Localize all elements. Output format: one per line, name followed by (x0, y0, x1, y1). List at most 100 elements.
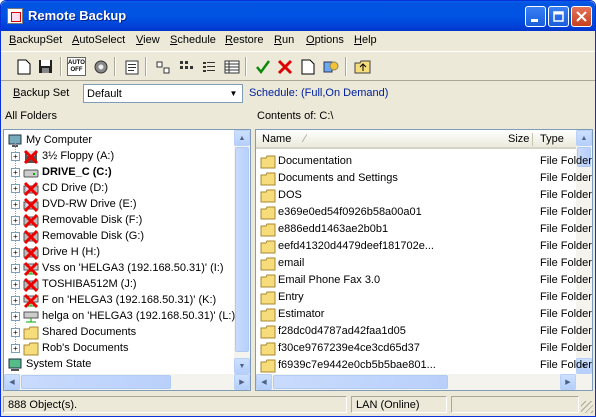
tree-item-1[interactable]: + DRIVE_C (C:) (4, 165, 234, 181)
expand-icon[interactable]: + (11, 264, 20, 273)
tree-item-2[interactable]: + CD Drive (D:) (4, 181, 234, 197)
tree-item-label: CD Drive (D:) (42, 182, 108, 194)
tree-item-8[interactable]: + TOSHIBA512M (J:) (4, 277, 234, 293)
close-button[interactable] (571, 6, 592, 27)
type-column-header[interactable]: Type (540, 133, 564, 145)
expand-icon[interactable]: + (11, 232, 20, 241)
status-bar: 888 Object(s). LAN (Online) (1, 393, 595, 415)
scroll-up-button[interactable]: ▲ (576, 130, 592, 146)
list-item[interactable]: DOS File Folder (256, 187, 592, 204)
scroll-down-button[interactable]: ▼ (234, 358, 250, 374)
resize-grip-icon[interactable] (581, 401, 593, 413)
list-item[interactable]: e369e0ed54f0926b58a00a01 File Folder (256, 204, 592, 221)
expand-icon[interactable]: + (11, 152, 20, 161)
removable-disk-icon (23, 277, 39, 293)
list-item[interactable]: f30ce9767239e4ce3cd65d37 File Folder (256, 340, 592, 357)
list-item[interactable]: Entry File Folder (256, 289, 592, 306)
expand-icon[interactable]: + (11, 200, 20, 209)
title-bar[interactable]: Remote Backup (1, 1, 595, 31)
list-item[interactable]: e886edd1463ae2b0b1 File Folder (256, 221, 592, 238)
dvd-drive-icon (23, 197, 39, 213)
remote-backup-window: Remote Backup BackupSet AutoSelect View Sch… (0, 0, 596, 417)
drive-icon (23, 245, 39, 261)
auto-off-icon[interactable]: AUTO OFF (67, 57, 86, 76)
menu-backupset[interactable]: BackupSet (9, 34, 62, 46)
menu-restore[interactable]: Restore (225, 34, 264, 46)
expand-icon[interactable]: + (11, 328, 20, 337)
expand-icon[interactable]: + (11, 344, 20, 353)
check-icon[interactable] (252, 56, 273, 77)
tree-item-my-computer[interactable]: My Computer (4, 133, 234, 149)
status-panel-empty (451, 396, 579, 413)
menu-run[interactable]: Run (274, 34, 294, 46)
list-item[interactable]: f6939c7e9442e0cb5b5bae801... File Folder (256, 357, 592, 374)
tree-item-0[interactable]: +3½ Floppy (A:) (4, 149, 234, 165)
size-column-header[interactable]: Size (508, 133, 529, 145)
tree-item-11[interactable]: + Shared Documents (4, 325, 234, 341)
backup-set-label: Backup Set (13, 87, 70, 99)
tree-item-5[interactable]: + Removable Disk (G:) (4, 229, 234, 245)
file-name: Estimator (278, 308, 325, 320)
menu-autoselect[interactable]: AutoSelect (72, 34, 125, 46)
expand-icon[interactable]: + (11, 280, 20, 289)
tree-item-10[interactable]: + helga on 'HELGA3 (192.168.50.31)' (L:) (4, 309, 235, 325)
small-icons-icon[interactable] (175, 56, 196, 77)
tree-horizontal-scrollbar[interactable]: ◀ ▶ (4, 374, 250, 390)
backup-set-select[interactable]: Default ▼ (83, 84, 243, 103)
expand-icon[interactable]: + (11, 296, 20, 305)
tree-item-7[interactable]: + Vss on 'HELGA3 (192.168.50.31)' (I:) (4, 261, 234, 277)
large-icons-icon[interactable] (152, 56, 173, 77)
tree-scroll-thumb[interactable] (235, 147, 249, 352)
tree-item-system-state[interactable]: System State (4, 357, 234, 373)
list-item[interactable]: eefd41320d4479deef181702e... File Folder (256, 238, 592, 255)
tree-item-12[interactable]: + Rob's Documents (4, 341, 234, 357)
expand-icon[interactable]: + (11, 312, 20, 321)
chevron-down-icon[interactable]: ▼ (226, 86, 241, 101)
expand-icon[interactable]: + (11, 216, 20, 225)
tree-item-6[interactable]: + Drive H (H:) (4, 245, 234, 261)
list-item[interactable]: Documents and Settings File Folder (256, 170, 592, 187)
tree-vertical-scrollbar[interactable]: ▲ ▼ (234, 130, 250, 374)
up-folder-icon[interactable] (352, 56, 373, 77)
scroll-up-button[interactable]: ▲ (234, 130, 250, 146)
list-hscroll-thumb[interactable] (273, 375, 448, 389)
expand-icon[interactable]: + (11, 168, 20, 177)
minimize-button[interactable] (525, 6, 546, 27)
name-column-header[interactable]: Name (262, 133, 291, 145)
red-x-icon[interactable] (274, 56, 295, 77)
expand-icon[interactable]: + (11, 184, 20, 193)
folder-tree[interactable]: ▲ ▼ ◀ ▶ My Computer +3½ Floppy (A:) + DRIVE… (3, 129, 251, 391)
new-icon[interactable] (13, 56, 34, 77)
scroll-right-button[interactable]: ▶ (234, 374, 250, 390)
list-view-icon[interactable] (198, 56, 219, 77)
list-item[interactable]: email File Folder (256, 255, 592, 272)
document-icon[interactable] (297, 56, 318, 77)
menu-view[interactable]: View (136, 34, 160, 46)
scroll-left-button[interactable]: ◀ (256, 374, 272, 390)
folder-icon (260, 273, 276, 288)
maximize-button[interactable] (548, 6, 569, 27)
menu-schedule[interactable]: Schedule (170, 34, 216, 46)
list-item[interactable]: Email Phone Fax 3.0 File Folder (256, 272, 592, 289)
tree-hscroll-thumb[interactable] (21, 375, 171, 389)
save-icon[interactable] (35, 56, 56, 77)
tree-item-4[interactable]: + Removable Disk (F:) (4, 213, 234, 229)
list-item[interactable]: f28dc0d4787ad42faa1d05 File Folder (256, 323, 592, 340)
details-view-icon[interactable] (221, 56, 242, 77)
file-type: File Folder (540, 189, 592, 201)
system-state-icon (7, 357, 23, 373)
contents-list[interactable]: Name ∕ Size Type ▲ ▼ ◀ ▶ Documentation Fi… (255, 129, 593, 391)
menu-help[interactable]: Help (354, 34, 377, 46)
list-item[interactable]: Estimator File Folder (256, 306, 592, 323)
list-horizontal-scrollbar[interactable]: ◀ ▶ (256, 374, 592, 390)
list-item[interactable]: Documentation File Folder (256, 153, 592, 170)
properties-icon[interactable] (121, 56, 142, 77)
tree-item-3[interactable]: + DVD-RW Drive (E:) (4, 197, 234, 213)
restore-icon[interactable] (320, 56, 341, 77)
gear-icon[interactable] (90, 56, 111, 77)
menu-options[interactable]: Options (306, 34, 344, 46)
scroll-left-button[interactable]: ◀ (4, 374, 20, 390)
tree-item-9[interactable]: + F on 'HELGA3 (192.168.50.31)' (K:) (4, 293, 234, 309)
scroll-right-button[interactable]: ▶ (560, 374, 576, 390)
expand-icon[interactable]: + (11, 248, 20, 257)
